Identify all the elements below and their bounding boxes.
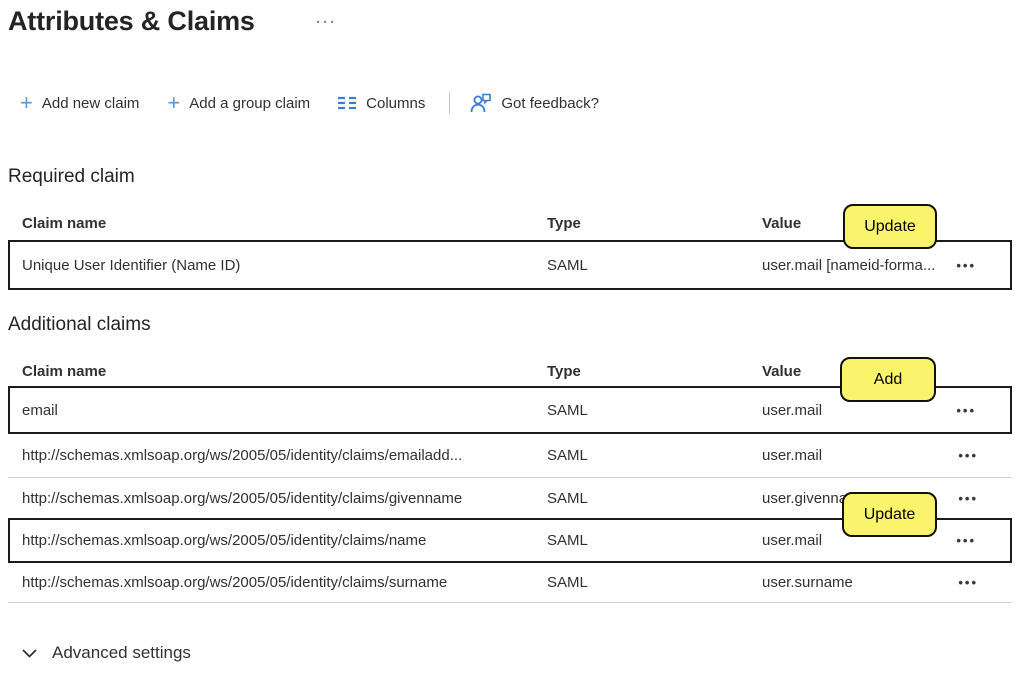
feedback-person-icon [470,93,492,113]
page-title: Attributes & Claims [8,6,255,37]
claim-name-cell: http://schemas.xmlsoap.org/ws/2005/05/id… [22,574,547,591]
value-cell: user.mail [762,447,952,464]
type-cell: SAML [547,447,762,464]
attributes-claims-page: Attributes & Claims ··· + Add new claim … [0,0,1024,673]
got-feedback-button[interactable]: Got feedback? [470,93,599,113]
row-ellipsis-button[interactable]: ••• [950,403,1010,418]
annotation-add-email-claim: Add [840,357,936,402]
add-new-claim-label: Add new claim [42,95,140,112]
claim-name-cell: Unique User Identifier (Name ID) [22,257,547,274]
claim-name-cell: http://schemas.xmlsoap.org/ws/2005/05/id… [22,532,547,549]
command-bar: + Add new claim + Add a group claim Colu… [20,88,599,118]
row-ellipsis-button[interactable]: ••• [952,575,1012,590]
type-cell: SAML [547,257,762,274]
column-header-type: Type [547,363,762,380]
got-feedback-label: Got feedback? [501,95,599,112]
columns-button[interactable]: Columns [338,95,425,112]
row-ellipsis-button[interactable]: ••• [952,491,1012,506]
annotation-update-name-claim: Update [842,492,937,537]
annotation-update-required-claim: Update [843,204,937,249]
type-cell: SAML [547,532,762,549]
value-cell: user.mail [nameid-forma... [762,257,950,274]
chevron-down-icon [22,649,37,658]
columns-label: Columns [366,95,425,112]
claim-name-cell: http://schemas.xmlsoap.org/ws/2005/05/id… [22,447,547,464]
column-header-type: Type [547,215,762,232]
claim-name-cell: http://schemas.xmlsoap.org/ws/2005/05/id… [22,490,547,507]
type-cell: SAML [547,490,762,507]
claim-name-cell: email [22,402,547,419]
row-ellipsis-button[interactable]: ••• [950,258,1010,273]
type-cell: SAML [547,402,762,419]
columns-icon [338,96,357,110]
add-new-claim-button[interactable]: + Add new claim [20,93,139,113]
additional-claims-heading: Additional claims [8,314,151,336]
toolbar-divider [449,92,450,114]
advanced-settings-label: Advanced settings [52,643,191,663]
plus-icon: + [20,93,33,113]
title-overflow-menu[interactable]: ··· [316,14,337,31]
add-group-claim-label: Add a group claim [189,95,310,112]
table-row[interactable]: http://schemas.xmlsoap.org/ws/2005/05/id… [8,563,1012,603]
column-header-claim-name: Claim name [22,363,547,380]
value-cell: user.surname [762,574,952,591]
value-cell: user.mail [762,402,950,419]
plus-icon: + [167,93,180,113]
type-cell: SAML [547,574,762,591]
row-ellipsis-button[interactable]: ••• [952,448,1012,463]
advanced-settings-toggle[interactable]: Advanced settings [22,643,191,663]
table-row[interactable]: http://schemas.xmlsoap.org/ws/2005/05/id… [8,434,1012,478]
add-group-claim-button[interactable]: + Add a group claim [167,93,310,113]
column-header-claim-name: Claim name [22,215,547,232]
row-ellipsis-button[interactable]: ••• [950,533,1010,548]
required-claim-heading: Required claim [8,166,135,188]
